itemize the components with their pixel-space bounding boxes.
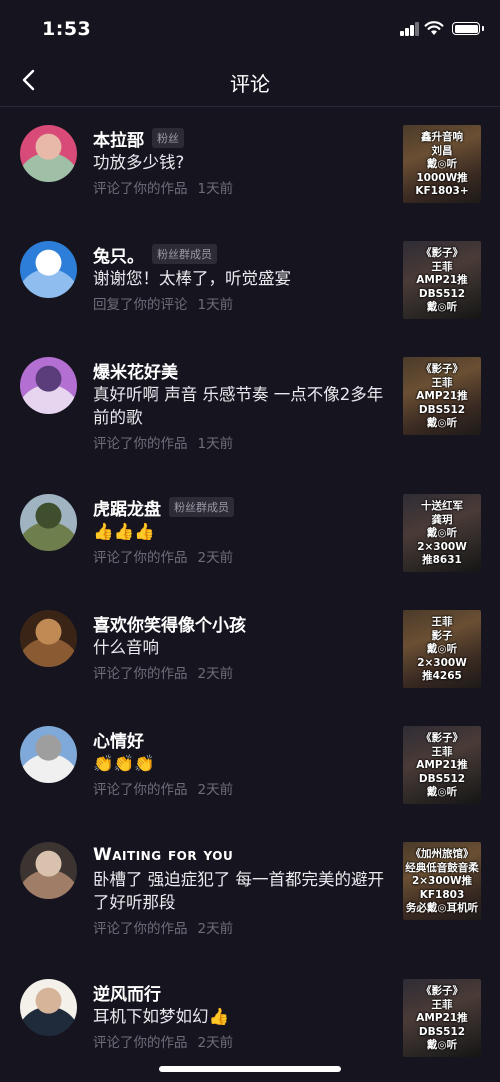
comment-action: 评论了你的作品 xyxy=(93,436,188,452)
status-bar: 1:53 xyxy=(0,0,500,60)
comment-meta: 评论了你的作品 2天前 xyxy=(93,1031,390,1051)
fan-badge: 粉丝群成员 xyxy=(169,497,234,517)
comment-action: 评论了你的作品 xyxy=(93,782,188,798)
avatar[interactable] xyxy=(20,494,77,551)
comment-action: 评论了你的作品 xyxy=(93,181,188,197)
comment-text: 耳机下如梦如幻👍 xyxy=(93,1007,230,1026)
comment-time: 1天前 xyxy=(197,297,234,313)
user-name[interactable]: 兔只。 xyxy=(93,242,144,267)
comment-action: 评论了你的作品 xyxy=(93,550,188,566)
fan-badge: 粉丝群成员 xyxy=(152,244,217,264)
thumbnail-caption: 王菲 影子 戴◎听 2×300W 推4265 xyxy=(417,616,467,682)
user-name[interactable]: Waiting for you xyxy=(93,845,233,865)
avatar[interactable] xyxy=(20,979,77,1036)
user-name[interactable]: 逆风而行 xyxy=(93,980,161,1005)
thumbnail-caption: 《加州旅馆》 经典低音鼓音柔 2×300W推KF1803 务必戴◎耳机听 xyxy=(405,848,479,914)
user-name[interactable]: 虎踞龙盘 xyxy=(93,495,161,520)
comment-text: 👏👏👏 xyxy=(93,754,155,773)
video-thumbnail[interactable]: 《影子》 王菲 AMP21推 DBS512 戴◎听 xyxy=(403,979,481,1057)
thumbnail-caption: 《影子》 王菲 AMP21推 DBS512 戴◎听 xyxy=(416,985,468,1051)
thumbnail-caption: 《影子》 王菲 AMP21推 DBS512 戴◎听 xyxy=(416,732,468,798)
home-indicator xyxy=(159,1066,341,1072)
comment-item[interactable]: 本拉郚 粉丝 功放多少钱? 评论了你的作品 1天前 鑫升音响 刘昌 戴◎听 100… xyxy=(0,107,500,223)
comment-time: 2天前 xyxy=(197,550,234,566)
comment-text: 什么音响 xyxy=(93,638,159,657)
video-thumbnail[interactable]: 鑫升音响 刘昌 戴◎听 1000W推 KF1803+ xyxy=(403,125,481,203)
comment-content: 虎踞龙盘 粉丝群成员 👍👍👍 评论了你的作品 2天前 xyxy=(93,495,390,566)
comment-time: 2天前 xyxy=(197,1035,234,1051)
avatar[interactable] xyxy=(20,726,77,783)
user-name[interactable]: 喜欢你笑得像个小孩 xyxy=(93,611,246,636)
video-thumbnail[interactable]: 十送红军 龚玥 戴◎听 2×300W 推8631 xyxy=(403,494,481,572)
thumbnail-caption: 《影子》 王菲 AMP21推 DBS512 戴◎听 xyxy=(416,363,468,429)
user-name[interactable]: 本拉郚 xyxy=(93,126,144,151)
comment-time: 1天前 xyxy=(197,436,234,452)
comment-meta: 评论了你的作品 1天前 xyxy=(93,432,390,452)
comment-meta: 评论了你的作品 1天前 xyxy=(93,177,390,197)
comment-time: 1天前 xyxy=(197,181,234,197)
comment-meta: 评论了你的作品 2天前 xyxy=(93,546,390,566)
comment-action: 回复了你的评论 xyxy=(93,297,188,313)
user-name[interactable]: 心情好 xyxy=(93,727,144,752)
comment-action: 评论了你的作品 xyxy=(93,1035,188,1051)
comment-content: Waiting for you 卧槽了 强迫症犯了 每一首都完美的避开了好听那段… xyxy=(93,843,390,937)
video-thumbnail[interactable]: 《加州旅馆》 经典低音鼓音柔 2×300W推KF1803 务必戴◎耳机听 xyxy=(403,842,481,920)
comment-item[interactable]: 虎踞龙盘 粉丝群成员 👍👍👍 评论了你的作品 2天前 十送红军 龚玥 戴◎听 2×… xyxy=(0,476,500,592)
comment-text: 谢谢您！太棒了，听觉盛宴 xyxy=(93,269,291,288)
comment-item[interactable]: 喜欢你笑得像个小孩 什么音响 评论了你的作品 2天前 王菲 影子 戴◎听 2×30… xyxy=(0,592,500,708)
video-thumbnail[interactable]: 《影子》 王菲 AMP21推 DBS512 戴◎听 xyxy=(403,357,481,435)
comment-item[interactable]: Waiting for you 卧槽了 强迫症犯了 每一首都完美的避开了好听那段… xyxy=(0,824,500,961)
video-thumbnail[interactable]: 王菲 影子 戴◎听 2×300W 推4265 xyxy=(403,610,481,688)
comment-action: 评论了你的作品 xyxy=(93,666,188,682)
comment-meta: 评论了你的作品 2天前 xyxy=(93,917,390,937)
thumbnail-caption: 鑫升音响 刘昌 戴◎听 1000W推 KF1803+ xyxy=(415,131,469,197)
comment-meta: 评论了你的作品 2天前 xyxy=(93,778,390,798)
comment-content: 爆米花好美 真好听啊 声音 乐感节奏 一点不像2多年前的歌 评论了你的作品 1天前 xyxy=(93,358,390,453)
comment-content: 逆风而行 耳机下如梦如幻👍 评论了你的作品 2天前 xyxy=(93,980,390,1052)
comment-content: 心情好 👏👏👏 评论了你的作品 2天前 xyxy=(93,727,390,799)
video-thumbnail[interactable]: 《影子》 王菲 AMP21推 DBS512 戴◎听 xyxy=(403,726,481,804)
avatar[interactable] xyxy=(20,241,77,298)
cellular-signal-icon xyxy=(400,22,420,36)
status-time: 1:53 xyxy=(42,18,92,40)
thumbnail-caption: 《影子》 王菲 AMP21推 DBS512 戴◎听 xyxy=(416,247,468,313)
comment-meta: 回复了你的评论 1天前 xyxy=(93,293,390,313)
comment-item[interactable]: 兔只。 粉丝群成员 谢谢您！太棒了，听觉盛宴 回复了你的评论 1天前 《影子》 王… xyxy=(0,223,500,339)
comment-action: 评论了你的作品 xyxy=(93,921,188,937)
comment-text: 卧槽了 强迫症犯了 每一首都完美的避开了好听那段 xyxy=(93,870,384,912)
header: 评论 xyxy=(0,56,500,107)
avatar[interactable] xyxy=(20,125,77,182)
page-title: 评论 xyxy=(230,72,270,96)
avatar[interactable] xyxy=(20,842,77,899)
avatar[interactable] xyxy=(20,610,77,667)
comment-text: 真好听啊 声音 乐感节奏 一点不像2多年前的歌 xyxy=(93,385,384,427)
fan-badge: 粉丝 xyxy=(152,128,184,148)
comment-content: 兔只。 粉丝群成员 谢谢您！太棒了，听觉盛宴 回复了你的评论 1天前 xyxy=(93,242,390,313)
avatar[interactable] xyxy=(20,357,77,414)
comment-item[interactable]: 逆风而行 耳机下如梦如幻👍 评论了你的作品 2天前 《影子》 王菲 AMP21推 … xyxy=(0,961,500,1077)
comment-content: 本拉郚 粉丝 功放多少钱? 评论了你的作品 1天前 xyxy=(93,126,390,197)
wifi-icon xyxy=(424,21,444,35)
comment-meta: 评论了你的作品 2天前 xyxy=(93,662,390,682)
comment-text: 👍👍👍 xyxy=(93,522,155,541)
comment-text: 功放多少钱? xyxy=(93,153,185,172)
comment-time: 2天前 xyxy=(197,782,234,798)
comment-item[interactable]: 心情好 👏👏👏 评论了你的作品 2天前 《影子》 王菲 AMP21推 DBS512… xyxy=(0,708,500,824)
comment-content: 喜欢你笑得像个小孩 什么音响 评论了你的作品 2天前 xyxy=(93,611,390,683)
comment-time: 2天前 xyxy=(197,921,234,937)
comment-list: 本拉郚 粉丝 功放多少钱? 评论了你的作品 1天前 鑫升音响 刘昌 戴◎听 100… xyxy=(0,107,500,1077)
video-thumbnail[interactable]: 《影子》 王菲 AMP21推 DBS512 戴◎听 xyxy=(403,241,481,319)
comment-time: 2天前 xyxy=(197,666,234,682)
comment-item[interactable]: 爆米花好美 真好听啊 声音 乐感节奏 一点不像2多年前的歌 评论了你的作品 1天前… xyxy=(0,339,500,476)
thumbnail-caption: 十送红军 龚玥 戴◎听 2×300W 推8631 xyxy=(417,500,467,566)
battery-icon xyxy=(452,22,484,35)
user-name[interactable]: 爆米花好美 xyxy=(93,358,178,383)
